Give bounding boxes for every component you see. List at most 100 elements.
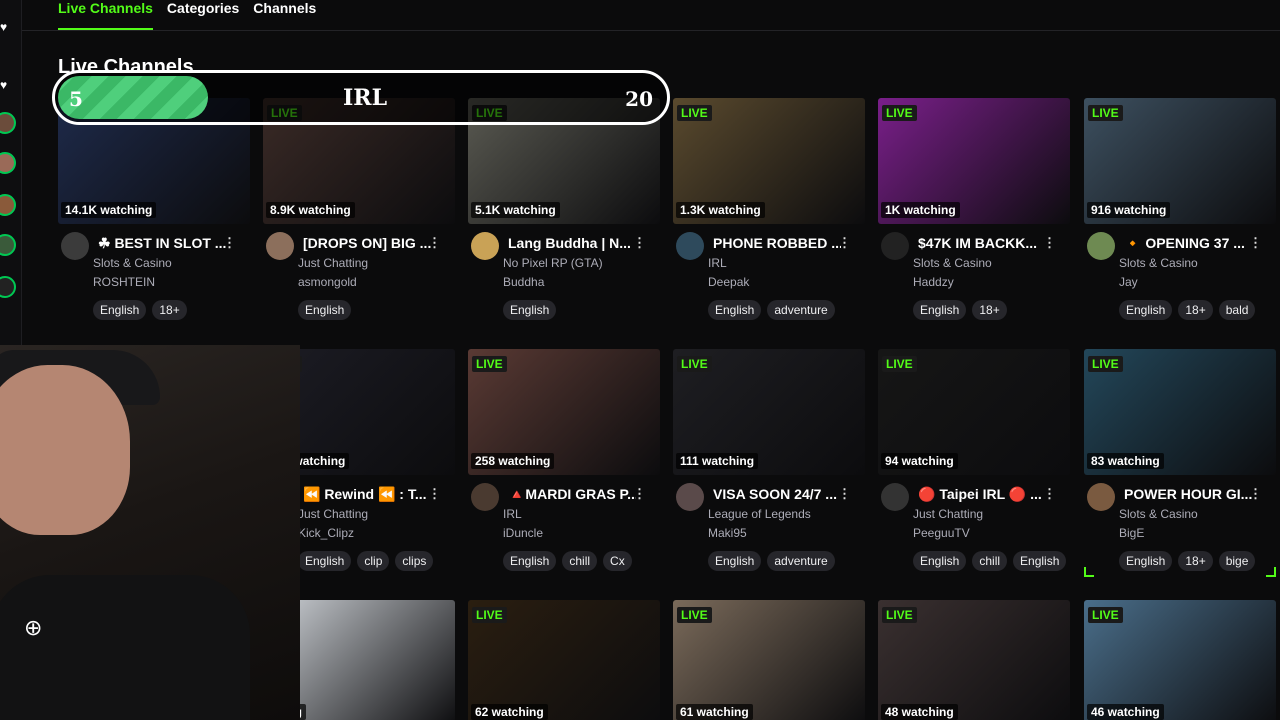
category-link[interactable]: No Pixel RP (GTA) — [503, 256, 603, 270]
stream-title[interactable]: 🔴 Taipei IRL 🔴 ... — [918, 486, 1046, 503]
stream-thumbnail[interactable]: LIVE 1K watching — [878, 98, 1070, 224]
more-options-icon[interactable]: ⋮ — [223, 235, 236, 251]
channel-card[interactable]: LIVE 258 watching 🔺MARDI GRAS P... ⋮ IRL iDun… — [468, 349, 660, 577]
category-link[interactable]: Slots & Casino — [1119, 507, 1198, 521]
streamer-avatar[interactable] — [266, 232, 294, 260]
channel-card[interactable]: LIVE8.9K watching[DROPS ON] BIG ...⋮Just… — [263, 98, 455, 326]
tag-pill[interactable]: 18+ — [1178, 300, 1213, 320]
tag-pill[interactable]: bald — [1218, 300, 1256, 320]
stream-title[interactable]: PHONE ROBBED ... — [713, 235, 841, 251]
stream-title[interactable]: $47K IM BACKK... — [918, 235, 1046, 251]
category-link[interactable]: Just Chatting — [298, 256, 368, 270]
more-options-icon[interactable]: ⋮ — [838, 486, 851, 502]
streamer-avatar[interactable] — [471, 232, 499, 260]
stream-title[interactable]: ⏪ Rewind ⏪ : T... — [303, 486, 431, 503]
more-options-icon[interactable]: ⋮ — [1043, 486, 1056, 502]
more-options-icon[interactable]: ⋮ — [633, 486, 646, 502]
streamer-name[interactable]: Buddha — [503, 275, 544, 289]
stream-title[interactable]: POWER HOUR GI... — [1124, 486, 1252, 502]
streamer-name[interactable]: ROSHTEIN — [93, 275, 155, 289]
stream-thumbnail[interactable]: LIVE 111 watching — [673, 349, 865, 475]
category-link[interactable]: Slots & Casino — [913, 256, 992, 270]
tag-pill[interactable]: clips — [395, 551, 434, 571]
stream-thumbnail[interactable]: LIVE 1.3K watching — [673, 98, 865, 224]
tag-pill[interactable]: bige — [1218, 551, 1256, 571]
streamer-name[interactable]: Maki95 — [708, 526, 747, 540]
streamer-name[interactable]: BigE — [1119, 526, 1144, 540]
stream-thumbnail[interactable]: LIVE 46 watching — [1084, 600, 1276, 720]
stream-title[interactable]: ☘ BEST IN SLOT ... — [98, 235, 226, 252]
heart-icon[interactable]: ♥ — [0, 78, 14, 92]
channel-card[interactable]: LIVE 48 watching — [878, 600, 1070, 720]
streamer-name[interactable]: Deepak — [708, 275, 749, 289]
more-options-icon[interactable]: ⋮ — [428, 235, 441, 251]
tag-pill[interactable]: adventure — [767, 551, 835, 571]
stream-thumbnail[interactable]: LIVE 258 watching — [468, 349, 660, 475]
streamer-name[interactable]: PeeguuTV — [913, 526, 970, 540]
stream-thumbnail[interactable]: LIVE 48 watching — [878, 600, 1070, 720]
stream-title[interactable]: 🔺MARDI GRAS P... — [508, 486, 636, 503]
channel-card[interactable]: LIVE 62 watching — [468, 600, 660, 720]
followed-channel-avatar[interactable] — [0, 234, 16, 256]
channel-card[interactable]: LIVE 1.3K watching PHONE ROBBED ... ⋮ IRL Dee… — [673, 98, 865, 326]
channel-card[interactable]: LIVE 46 watching — [1084, 600, 1276, 720]
tag-pill[interactable]: English — [913, 551, 967, 571]
streamer-avatar[interactable] — [1087, 232, 1115, 260]
streamer-name[interactable]: Kick_Clipz — [298, 526, 354, 540]
tag-pill[interactable]: English — [503, 551, 557, 571]
streamer-avatar[interactable] — [676, 483, 704, 511]
streamer-name[interactable]: Jay — [1119, 275, 1138, 289]
streamer-avatar[interactable] — [61, 232, 89, 260]
tag-pill[interactable]: English — [1119, 551, 1173, 571]
channel-card[interactable]: 14.1K watching ☘ BEST IN SLOT ... ⋮ Slots &… — [58, 98, 250, 326]
tab-live-channels[interactable]: Live Channels — [58, 0, 153, 30]
tag-pill[interactable]: adventure — [767, 300, 835, 320]
category-link[interactable]: Just Chatting — [913, 507, 983, 521]
streamer-name[interactable]: iDuncle — [503, 526, 543, 540]
stream-thumbnail[interactable]: LIVE 62 watching — [468, 600, 660, 720]
followed-channel-avatar[interactable] — [0, 276, 16, 298]
tag-pill[interactable]: 18+ — [972, 300, 1007, 320]
more-options-icon[interactable]: ⋮ — [428, 486, 441, 502]
followed-channel-avatar[interactable] — [0, 112, 16, 134]
tag-pill[interactable]: chill — [972, 551, 1008, 571]
stream-title[interactable]: [DROPS ON] BIG ... — [303, 235, 431, 251]
tag-pill[interactable]: English — [913, 300, 967, 320]
tag-pill[interactable]: chill — [562, 551, 598, 571]
channel-card[interactable]: LIVE 111 watching VISA SOON 24/7 ... ⋮ Leagu… — [673, 349, 865, 577]
category-link[interactable]: IRL — [708, 256, 727, 270]
tag-pill[interactable]: 18+ — [1178, 551, 1213, 571]
stream-thumbnail[interactable]: LIVE 61 watching — [673, 600, 865, 720]
stream-thumbnail[interactable]: LIVE 83 watching — [1084, 349, 1276, 475]
tab-channels[interactable]: Channels — [253, 0, 316, 30]
category-link[interactable]: Just Chatting — [298, 507, 368, 521]
stream-title[interactable]: 🔸 OPENING 37 ... — [1124, 235, 1252, 252]
streamer-avatar[interactable] — [881, 232, 909, 260]
more-options-icon[interactable]: ⋮ — [838, 235, 851, 251]
tag-pill[interactable]: English — [708, 300, 762, 320]
stream-thumbnail[interactable]: LIVE 916 watching — [1084, 98, 1276, 224]
category-link[interactable]: IRL — [503, 507, 522, 521]
category-link[interactable]: Slots & Casino — [93, 256, 172, 270]
more-options-icon[interactable]: ⋮ — [1249, 235, 1262, 251]
stream-title[interactable]: VISA SOON 24/7 ... — [713, 486, 841, 502]
tag-pill[interactable]: Cx — [603, 551, 632, 571]
category-link[interactable]: League of Legends — [708, 507, 811, 521]
heart-icon[interactable]: ♥ — [0, 20, 14, 34]
channel-card[interactable]: LIVE 94 watching 🔴 Taipei IRL 🔴 ... ⋮ Just C… — [878, 349, 1070, 577]
tab-categories[interactable]: Categories — [167, 0, 239, 30]
more-options-icon[interactable]: ⋮ — [1043, 235, 1056, 251]
followed-channel-avatar[interactable] — [0, 152, 16, 174]
streamer-avatar[interactable] — [471, 483, 499, 511]
stream-thumbnail[interactable]: LIVE 94 watching — [878, 349, 1070, 475]
streamer-avatar[interactable] — [881, 483, 909, 511]
tag-pill[interactable]: English — [708, 551, 762, 571]
tag-pill[interactable]: English — [1119, 300, 1173, 320]
tag-pill[interactable]: English — [93, 300, 147, 320]
channel-card[interactable]: LIVE5.1K watchingLang Buddha | N...⋮No P… — [468, 98, 660, 326]
streamer-avatar[interactable] — [1087, 483, 1115, 511]
channel-card[interactable]: LIVE 1K watching $47K IM BACKK... ⋮ Slots & … — [878, 98, 1070, 326]
stream-title[interactable]: Lang Buddha | N... — [508, 235, 636, 251]
more-options-icon[interactable]: ⋮ — [1249, 486, 1262, 502]
channel-card[interactable]: LIVE 83 watching POWER HOUR GI... ⋮ Slots & … — [1084, 349, 1276, 577]
